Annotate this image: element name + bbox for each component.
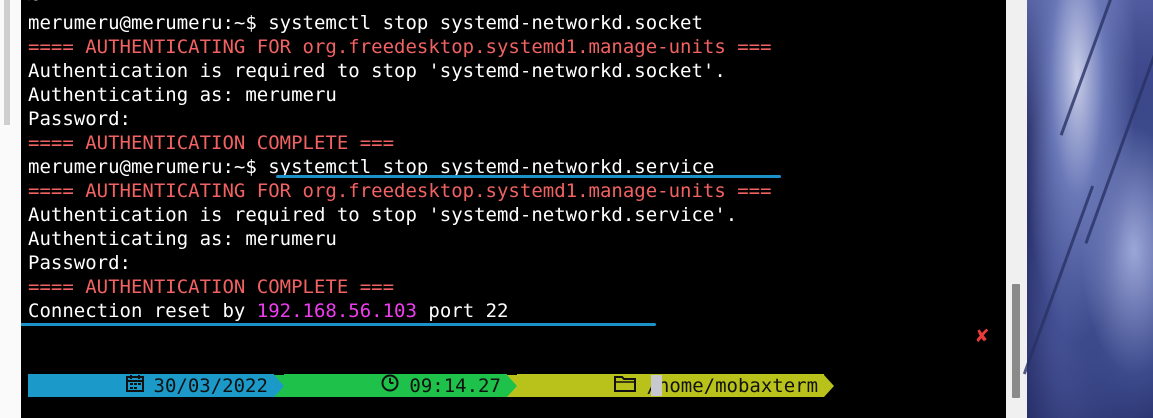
left-panel-edge [0,0,21,418]
terminal-text: port 22 [416,300,509,322]
terminal-line: Password: [28,107,131,131]
terminal-scrollbar[interactable] [1006,0,1027,418]
terminal-text: ==== AUTHENTICATION COMPLETE === [28,276,395,298]
terminal-line: ==== AUTHENTICATING FOR org.freedesktop.… [28,179,772,203]
terminal-line: Connection reset by 192.168.56.103 port … [28,299,508,323]
terminal-text: Authentication is required to stop 'syst… [28,204,738,226]
close-icon[interactable]: ✘ [972,327,992,347]
terminal-text: ==== AUTHENTICATING FOR org.freedesktop.… [28,36,772,58]
prompt-date-segment: 30/03/2022 [28,374,274,397]
terminal-line: ==== AUTHENTICATING FOR org.freedesktop.… [28,35,772,59]
annotation-underline-connection [21,323,656,326]
terminal-window[interactable]: ~ merumeru@merumeru:~$ systemctl stop sys… [21,0,1006,418]
folder-icon [523,352,637,418]
prompt-time: 09:14.27 [409,374,501,397]
prompt-path-segment: /home/mobaxterm [516,374,825,397]
prompt-bar: 30/03/2022 09:14.27 /home/mobaxterm [28,374,835,397]
annotation-underline-command [276,175,781,178]
terminal-text: Password: [28,108,131,130]
ip-address: 192.168.56.103 [256,300,417,322]
text-cursor [651,375,662,396]
terminal-text: Authenticating as: merumeru [28,84,337,106]
clock-icon [290,352,400,418]
terminal-text: Password: [28,252,131,274]
terminal-line: merumeru@merumeru:~$ systemctl stop syst… [28,11,703,35]
terminal-text: Authentication is required to stop 'syst… [28,60,726,82]
prompt-separator [824,374,835,397]
terminal-line: Authenticating as: merumeru [28,83,337,107]
terminal-line: ==== AUTHENTICATION COMPLETE === [28,131,394,155]
terminal-line: ~ [28,0,39,11]
scrollbar-thumb[interactable] [1012,284,1020,398]
prompt-date: 30/03/2022 [153,374,268,397]
prompt-separator [273,374,284,397]
calendar-icon [34,352,144,418]
prompt-time-segment: 09:14.27 [283,374,507,397]
prompt-path: /home/mobaxterm [646,374,819,397]
terminal-line: ==== AUTHENTICATION COMPLETE === [28,275,394,299]
terminal-text: ==== AUTHENTICATION COMPLETE === [28,132,395,154]
prompt-separator [506,374,517,397]
terminal-line: Authentication is required to stop 'syst… [28,203,737,227]
terminal-text: Authenticating as: merumeru [28,228,337,250]
terminal-line: Password: [28,251,131,275]
terminal-line: Authenticating as: merumeru [28,227,337,251]
terminal-text: Connection reset by [28,300,257,322]
terminal-text: ==== AUTHENTICATING FOR org.freedesktop.… [28,180,772,202]
terminal-text: merumeru@merumeru:~$ systemctl stop syst… [28,12,703,34]
left-scrollbar-thumb[interactable] [4,0,10,125]
background-wallpaper [1022,0,1153,418]
terminal-line: Authentication is required to stop 'syst… [28,59,726,83]
terminal-text: ~ [28,0,39,10]
